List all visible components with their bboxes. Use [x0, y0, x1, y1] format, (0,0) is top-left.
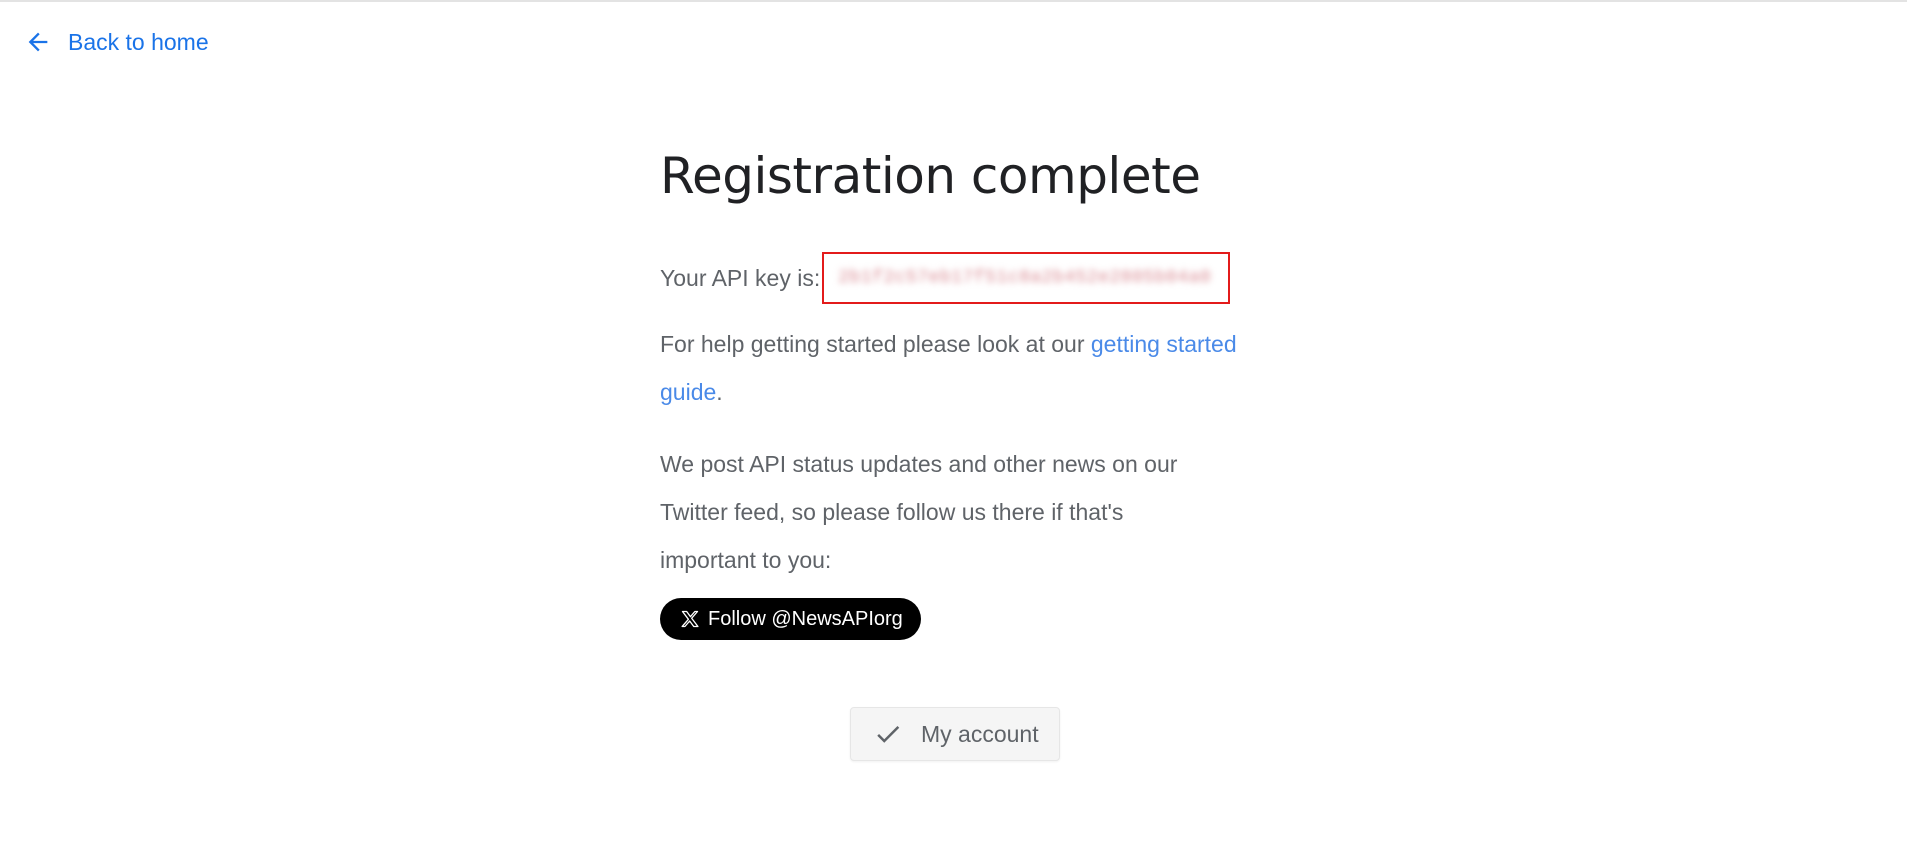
my-account-label: My account: [921, 720, 1039, 747]
help-text: For help getting started please look at …: [660, 320, 1260, 416]
api-key-value[interactable]: 2b1f2c57eb17f51c8a2b452e2805b04a0: [838, 268, 1211, 288]
my-account-button[interactable]: My account: [850, 707, 1060, 761]
top-divider: [0, 0, 1907, 2]
follow-label: Follow @NewsAPIorg: [708, 607, 903, 630]
registration-content: Registration complete Your API key is: 2…: [660, 140, 1260, 640]
back-to-home-link[interactable]: Back to home: [24, 28, 209, 56]
account-button-wrapper: My account: [850, 707, 1060, 761]
api-key-highlight[interactable]: 2b1f2c57eb17f51c8a2b452e2805b04a0: [822, 252, 1231, 304]
twitter-follow-button[interactable]: Follow @NewsAPIorg: [660, 598, 921, 640]
help-prefix: For help getting started please look at …: [660, 331, 1091, 357]
api-key-row: Your API key is: 2b1f2c57eb17f51c8a2b452…: [660, 248, 1260, 308]
page-title: Registration complete: [660, 147, 1201, 205]
api-key-label: Your API key is:: [660, 265, 821, 291]
back-to-home-label: Back to home: [68, 28, 209, 55]
x-logo-icon: [680, 609, 700, 629]
help-suffix: .: [716, 379, 723, 405]
check-icon: [873, 719, 903, 749]
news-text: We post API status updates and other new…: [660, 451, 1178, 573]
arrow-left-icon: [24, 28, 52, 56]
